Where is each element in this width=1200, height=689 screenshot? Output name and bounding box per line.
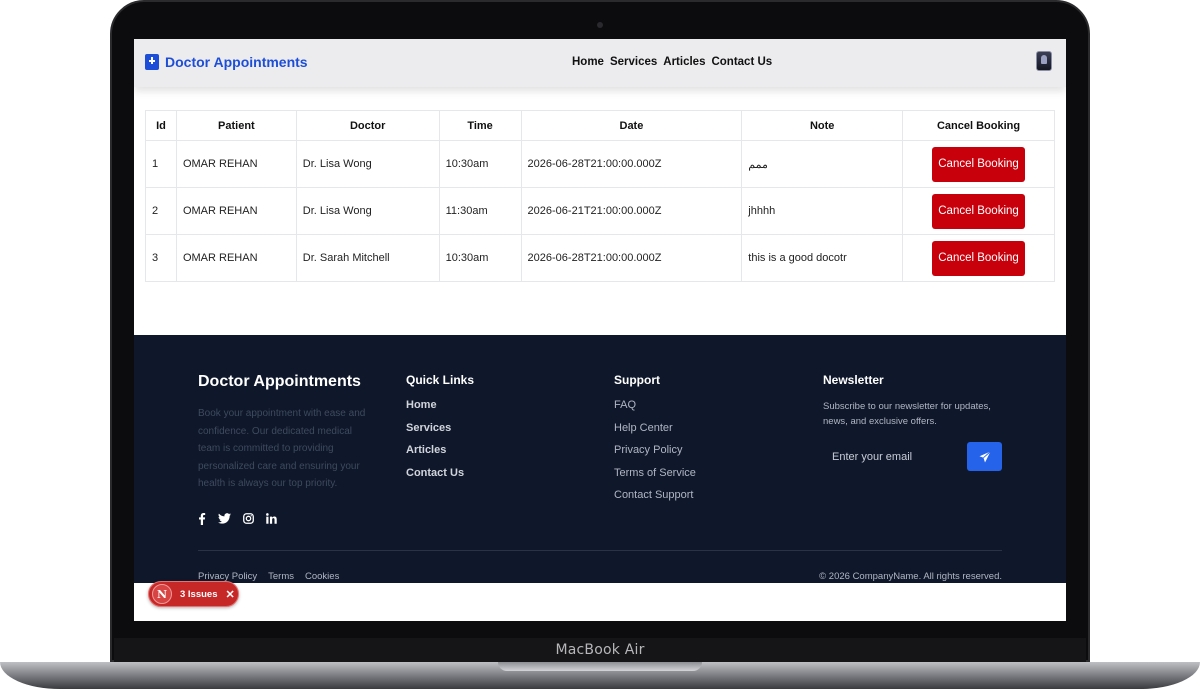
footer: Doctor Appointments Book your appointmen… [134,335,1066,583]
logo[interactable]: Doctor Appointments [145,54,308,70]
column-header-date: Date [520,110,743,141]
newsletter-form [823,442,1003,471]
cell-date: 2026-06-28T21:00:00.000Z [520,234,743,282]
cell-id: 2 [145,187,177,235]
table-row: 2 OMAR REHAN Dr. Lisa Wong 11:30am 2026-… [145,187,1055,235]
footer-link-privacy-policy[interactable]: Privacy Policy [614,444,696,456]
avatar[interactable] [1036,51,1052,71]
footer-brand: Doctor Appointments Book your appointmen… [198,373,372,528]
footer-support: Support FAQ Help Center Privacy Policy T… [614,373,696,512]
send-icon [979,450,991,462]
cancel-booking-button[interactable]: Cancel Booking [932,240,1026,276]
nav-articles[interactable]: Articles [663,56,705,68]
cell-id: 3 [145,234,177,282]
footer-newsletter: Newsletter Subscribe to our newsletter f… [823,373,1003,471]
cell-doctor: Dr. Sarah Mitchell [295,234,440,282]
issues-count: 3 Issues [180,588,218,600]
cell-patient: OMAR REHAN [175,140,297,188]
footer-quick-links: Quick Links Home Services Articles Conta… [406,373,474,489]
newsletter-title: Newsletter [823,373,884,387]
cell-time: 10:30am [438,140,522,188]
nav-contact-us[interactable]: Contact Us [711,56,772,68]
quick-links-title: Quick Links [406,373,475,387]
support-title: Support [614,373,660,387]
cancel-booking-button[interactable]: Cancel Booking [932,193,1026,229]
footer-link-contact-us[interactable]: Contact Us [406,467,474,479]
column-header-time: Time [438,110,522,141]
cell-doctor: Dr. Lisa Wong [295,140,440,188]
column-header-doctor: Doctor [295,110,440,141]
facebook-icon[interactable] [198,512,206,528]
medical-plus-icon [145,54,159,70]
screen: Doctor Appointments Home Services Articl… [134,39,1066,621]
newsletter-submit-button[interactable] [967,442,1002,471]
table-row: 1 OMAR REHAN Dr. Lisa Wong 10:30am 2026-… [145,140,1055,188]
laptop-frame: MacBook Air Doctor Appointments Home Ser… [0,0,1200,689]
cell-doctor: Dr. Lisa Wong [295,187,440,235]
social-links [198,512,372,528]
logo-text: Doctor Appointments [165,54,308,70]
footer-link-help-center[interactable]: Help Center [614,422,696,434]
cell-note: jhhhh [741,187,904,235]
cancel-booking-button[interactable]: Cancel Booking [932,146,1026,182]
cell-cancel: Cancel Booking [902,187,1055,235]
nav-home[interactable]: Home [572,56,604,68]
close-icon[interactable]: ✕ [226,588,235,601]
footer-link-contact-support[interactable]: Contact Support [614,489,696,501]
cell-date: 2026-06-21T21:00:00.000Z [520,187,743,235]
instagram-icon[interactable] [243,512,254,528]
column-header-patient: Patient [175,110,297,141]
column-header-id: Id [145,110,177,141]
linkedin-icon[interactable] [266,512,277,528]
footer-link-terms-of-service[interactable]: Terms of Service [614,467,696,479]
cell-patient: OMAR REHAN [175,187,297,235]
main-nav: Home Services Articles Contact Us [572,56,772,68]
column-header-cancel: Cancel Booking [902,110,1055,141]
table-header-row: Id Patient Doctor Time Date Note Cancel … [145,110,1055,141]
cell-time: 10:30am [438,234,522,282]
twitter-icon[interactable] [218,512,231,528]
newsletter-email-input[interactable] [823,442,967,471]
cell-patient: OMAR REHAN [175,234,297,282]
cell-date: 2026-06-28T21:00:00.000Z [520,140,743,188]
issues-badge[interactable]: N 3 Issues ✕ [148,581,239,607]
footer-link-services[interactable]: Services [406,422,474,434]
cell-note: this is a good docotr [741,234,904,282]
camera [597,22,603,28]
cell-id: 1 [145,140,177,188]
navbar: Doctor Appointments Home Services Articl… [134,39,1066,87]
cell-cancel: Cancel Booking [902,140,1055,188]
newsletter-text: Subscribe to our newsletter for updates,… [823,401,991,427]
cell-note: ممم [741,140,904,188]
column-header-note: Note [741,110,904,141]
footer-link-home[interactable]: Home [406,399,474,411]
device-label: MacBook Air [555,642,645,658]
table-row: 3 OMAR REHAN Dr. Sarah Mitchell 10:30am … [145,234,1055,282]
copyright: © 2026 CompanyName. All rights reserved. [819,571,1002,582]
bookings-table: Id Patient Doctor Time Date Note Cancel … [145,110,1055,282]
footer-link-faq[interactable]: FAQ [614,399,696,411]
laptop-notch [498,662,702,671]
cell-time: 11:30am [438,187,522,235]
nav-services[interactable]: Services [610,56,657,68]
cell-cancel: Cancel Booking [902,234,1055,282]
footer-brand-title: Doctor Appointments [198,373,361,390]
footer-divider [198,550,1002,551]
nextjs-logo-icon: N [152,584,172,604]
bottom-link-cookies[interactable]: Cookies [305,571,339,582]
footer-description: Book your appointment with ease and conf… [198,408,366,489]
footer-link-articles[interactable]: Articles [406,444,474,456]
bottom-link-terms[interactable]: Terms [268,571,294,582]
